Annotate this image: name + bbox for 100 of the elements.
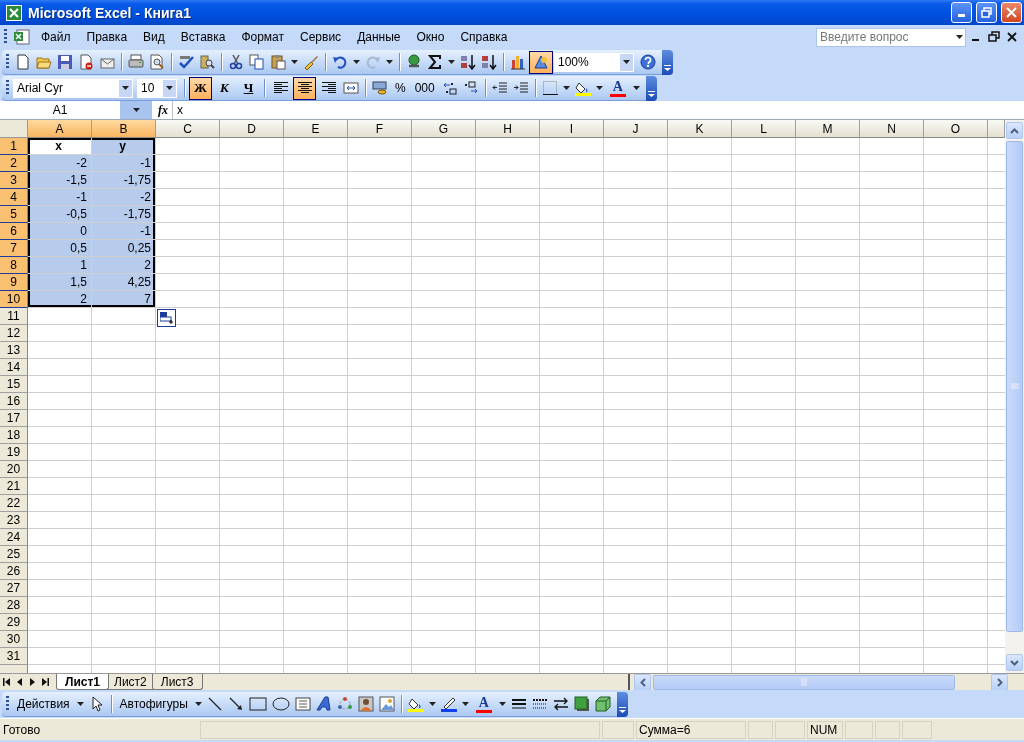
font-color-button[interactable]: A [605, 76, 630, 100]
column-header[interactable]: J [604, 120, 668, 138]
row-header[interactable]: 24 [0, 529, 28, 546]
menu-item[interactable]: Формат [234, 28, 292, 46]
research-icon[interactable] [199, 54, 215, 70]
line-style-icon[interactable] [510, 696, 527, 712]
menu-item[interactable]: Вид [136, 28, 172, 46]
row-header[interactable]: 26 [0, 563, 28, 580]
column-header[interactable]: N [860, 120, 924, 138]
column-header[interactable]: F [348, 120, 412, 138]
actions-menu-button[interactable]: Действия [13, 693, 74, 715]
row-header[interactable]: 25 [0, 546, 28, 563]
restore-icon[interactable] [988, 31, 1000, 43]
row-header[interactable]: 12 [0, 325, 28, 342]
row-header[interactable]: 7 [0, 240, 28, 257]
caret-icon[interactable] [122, 86, 129, 90]
caret-icon[interactable] [623, 60, 630, 64]
font-color-button[interactable]: A [471, 692, 496, 716]
open-folder-icon[interactable] [36, 54, 52, 70]
caret-icon[interactable] [132, 108, 140, 112]
caret-icon[interactable] [291, 60, 298, 64]
column-header[interactable]: L [732, 120, 796, 138]
fill-color-icon[interactable] [574, 80, 591, 96]
sort-ascending-icon[interactable] [460, 54, 476, 70]
caret-icon[interactable] [956, 35, 963, 39]
diagram-icon[interactable] [336, 696, 353, 712]
fill-color-icon[interactable] [407, 696, 424, 712]
help-icon[interactable] [640, 54, 656, 70]
menu-item[interactable]: Файл [34, 28, 78, 46]
row-header[interactable]: 14 [0, 359, 28, 376]
row-header[interactable]: 8 [0, 257, 28, 274]
paste-options-button[interactable] [157, 309, 176, 327]
help-search-field[interactable]: Введите вопрос [816, 27, 966, 47]
spelling-icon[interactable] [178, 54, 194, 70]
row-header[interactable]: 27 [0, 580, 28, 597]
row-header[interactable]: 15 [0, 376, 28, 393]
zoom-field[interactable]: 100% [554, 52, 634, 72]
line-color-icon[interactable] [440, 696, 457, 712]
decrease-decimal-icon[interactable] [462, 80, 479, 96]
caret-icon[interactable] [386, 60, 393, 64]
merge-and-center-icon[interactable] [343, 80, 359, 96]
row-header[interactable]: 18 [0, 427, 28, 444]
minimize-button[interactable] [951, 2, 972, 23]
arrow-style-icon[interactable] [552, 696, 569, 712]
previous-sheet-icon[interactable] [17, 678, 22, 686]
column-header[interactable]: I [540, 120, 604, 138]
row-header[interactable]: 17 [0, 410, 28, 427]
next-sheet-icon[interactable] [30, 678, 35, 686]
save-icon[interactable] [57, 54, 73, 70]
oval-icon[interactable] [271, 696, 290, 712]
insert-function-button[interactable]: fx [154, 102, 172, 118]
cut-icon[interactable] [228, 54, 244, 70]
caret-icon[interactable] [448, 60, 455, 64]
font-style-button[interactable]: Ж [189, 76, 212, 100]
menu-item[interactable]: Правка [79, 28, 135, 46]
undo-icon[interactable] [332, 54, 348, 70]
toolbar-options-icon[interactable] [647, 90, 655, 97]
copy-icon[interactable] [249, 54, 265, 70]
workbook-icon[interactable] [14, 29, 30, 45]
new-document-icon[interactable] [15, 54, 31, 70]
picture-icon[interactable] [378, 696, 395, 712]
sheet-tab[interactable]: Лист1 [56, 674, 110, 690]
font-size-field[interactable]: 10 [137, 78, 177, 98]
font-name-field[interactable]: Arial Cyr [13, 78, 133, 98]
toolbar-options-icon[interactable] [664, 64, 671, 71]
increase-indent-icon[interactable] [512, 80, 529, 96]
last-sheet-icon[interactable] [42, 678, 49, 686]
scroll-right-button[interactable] [991, 673, 1008, 691]
row-header[interactable]: 23 [0, 512, 28, 529]
menu-item[interactable]: Окно [409, 28, 452, 46]
caret-icon[interactable] [353, 60, 360, 64]
font-style-button[interactable]: Ч [237, 76, 260, 100]
row-header[interactable]: 13 [0, 342, 28, 359]
arrow-icon[interactable] [227, 696, 244, 712]
column-header[interactable]: E [284, 120, 348, 138]
sort-descending-icon[interactable] [481, 54, 497, 70]
row-header[interactable]: 31 [0, 648, 28, 665]
column-header[interactable]: G [412, 120, 476, 138]
align-center-button[interactable] [293, 76, 316, 100]
menu-item[interactable]: Вставка [173, 28, 233, 46]
3d-cube-icon[interactable] [594, 696, 611, 712]
row-header[interactable]: 16 [0, 393, 28, 410]
column-header[interactable]: A [28, 120, 92, 138]
shadow-icon[interactable] [573, 696, 590, 712]
row-header[interactable]: 21 [0, 478, 28, 495]
autoshapes-menu-button[interactable]: Автофигуры [115, 693, 192, 715]
print-icon[interactable] [128, 54, 144, 70]
rectangle-icon[interactable] [248, 696, 267, 712]
permission-icon[interactable] [78, 54, 94, 70]
caret-icon[interactable] [632, 86, 640, 90]
column-header[interactable]: H [476, 120, 540, 138]
sum-icon[interactable] [427, 54, 443, 70]
currency-icon[interactable] [372, 80, 388, 96]
column-header[interactable]: C [156, 120, 220, 138]
row-header[interactable]: 9 [0, 274, 28, 291]
thousands-separator-button[interactable]: 000 [410, 77, 439, 99]
caret-icon[interactable] [194, 702, 202, 706]
line-icon[interactable] [206, 696, 223, 712]
format-painter-icon[interactable] [303, 54, 319, 70]
menu-item[interactable]: Сервис [293, 28, 349, 46]
